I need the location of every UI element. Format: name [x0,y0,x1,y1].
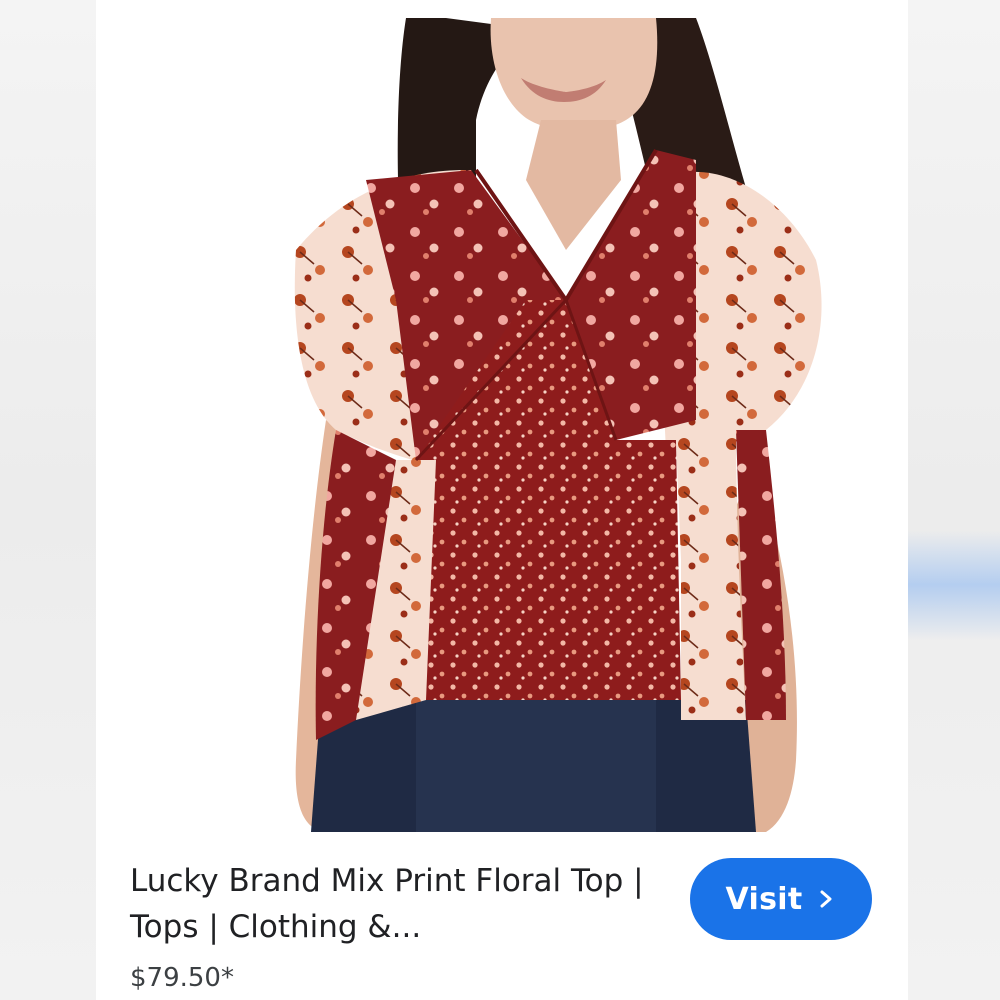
shopping-result-card[interactable]: Lucky Brand Mix Print Floral Top | Tops … [96,0,908,1000]
visit-button[interactable]: Visit [690,858,872,940]
product-photo-illustration [294,18,822,832]
product-title[interactable]: Lucky Brand Mix Print Floral Top | Tops … [130,858,650,950]
right-background-strip [908,0,1000,1000]
product-image[interactable] [96,0,908,832]
visit-button-label: Visit [725,881,803,917]
adjacent-card-glow [908,530,1000,640]
chevron-right-icon [816,889,836,909]
product-price: $79.50* [130,963,234,993]
left-background-strip [0,0,96,1000]
